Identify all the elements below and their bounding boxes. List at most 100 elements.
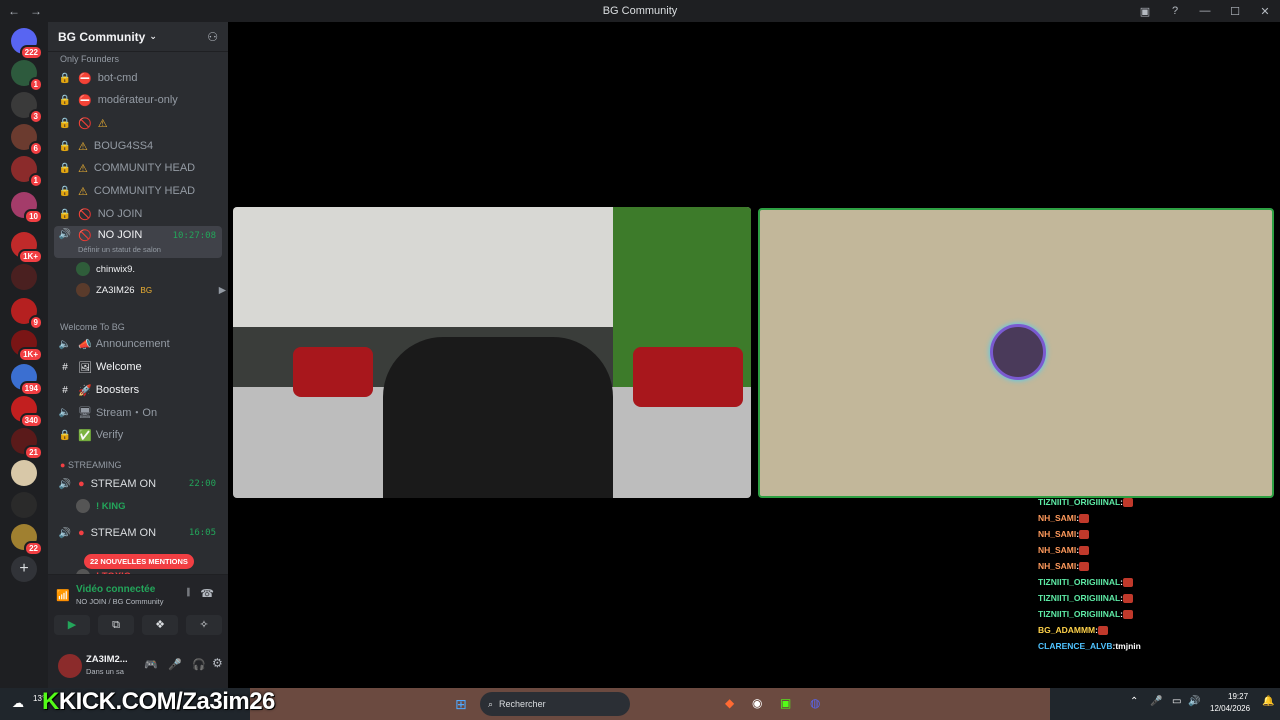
speaker-icon: 🔊 xyxy=(58,478,72,490)
channel-name: modérateur-only xyxy=(97,94,178,106)
picture-icon: 🖼 xyxy=(78,361,92,374)
server-icon[interactable]: 9 xyxy=(11,298,43,330)
channel-name: bot-cmd xyxy=(97,72,138,84)
avatar xyxy=(76,499,90,513)
voice-user[interactable]: chinwix9. xyxy=(76,259,135,279)
channel-item[interactable]: 🔒 ✅ Verify xyxy=(54,425,222,445)
microphone-icon[interactable]: 🎤 xyxy=(1150,696,1162,707)
voice-channel-active[interactable]: 🔊 🚫 NO JOIN 10:27:08 Définir un statut d… xyxy=(54,226,222,258)
channel-item[interactable]: 🔈 🖥 Stream・On xyxy=(54,402,222,422)
emote-icon xyxy=(1123,497,1134,507)
voice-location[interactable]: NO JOIN / BG Community xyxy=(76,597,164,606)
server-icon[interactable]: 1K+ xyxy=(11,232,43,264)
chevron-up-icon[interactable]: ⌃ xyxy=(1130,696,1138,707)
microphone-icon[interactable]: 🎤 xyxy=(168,658,182,671)
channel-item[interactable]: 🔒 ⚠ BOUG4SS4 xyxy=(54,136,222,156)
soundboard-button[interactable]: ✧ xyxy=(186,615,222,635)
signal-icon[interactable]: 📶 xyxy=(56,589,70,602)
category-founders[interactable]: Only Founders xyxy=(60,54,119,64)
prohibited-icon: 🚫 xyxy=(78,117,92,130)
voice-user[interactable]: ! KING xyxy=(76,496,126,516)
camera-button[interactable]: ▶ xyxy=(54,615,90,635)
disconnect-icon[interactable]: ☎ xyxy=(200,587,214,600)
participant-tile[interactable] xyxy=(758,208,1274,498)
server-badge: 1 xyxy=(28,173,43,188)
megaphone-icon: 📣 xyxy=(78,338,92,351)
add-member-icon[interactable]: ⚇ xyxy=(207,30,218,44)
channel-item[interactable]: # 🚀 Boosters xyxy=(54,380,222,400)
discord-icon[interactable]: ◍ xyxy=(810,696,820,710)
help-icon[interactable]: ? xyxy=(1160,5,1190,17)
user-name[interactable]: ZA3IM2... xyxy=(86,654,128,665)
add-server-icon[interactable]: + xyxy=(11,556,37,582)
server-icon[interactable]: 1 xyxy=(11,60,43,92)
obs-icon[interactable]: ◉ xyxy=(752,696,762,710)
category-streaming[interactable]: ● STREAMING xyxy=(60,460,121,470)
screen-icon[interactable]: ▣ xyxy=(1130,5,1160,18)
channel-item[interactable]: 🔈 📣 Announcement xyxy=(54,334,222,354)
category-label: STREAMING xyxy=(67,460,122,470)
server-icon[interactable] xyxy=(11,264,37,290)
category-welcome[interactable]: Welcome To BG xyxy=(60,322,125,332)
server-icon[interactable]: 340 xyxy=(11,396,43,428)
chat-text: tmjnin xyxy=(1115,641,1141,651)
stream-video[interactable] xyxy=(233,207,751,498)
chat-username: BG_ADAMMM xyxy=(1038,625,1096,635)
guild-header[interactable]: BG Community ⌄ ⚇ xyxy=(48,22,228,52)
new-mentions-banner[interactable]: 22 NOUVELLES MENTIONS xyxy=(84,554,194,569)
search-box[interactable]: ⌕ Rechercher xyxy=(480,692,630,716)
minimize-button[interactable]: — xyxy=(1190,5,1220,17)
app-icon[interactable]: ▣ xyxy=(780,696,791,710)
server-icon[interactable] xyxy=(11,492,37,518)
channel-item[interactable]: 🔒 ⚠ COMMUNITY HEAD xyxy=(54,181,222,201)
screen-share-button[interactable]: ⧉ xyxy=(98,615,134,635)
server-icon[interactable]: 22 xyxy=(11,524,43,556)
channel-item[interactable]: 🔒 ⛔ modérateur-only xyxy=(54,90,222,110)
server-icon[interactable] xyxy=(11,460,37,486)
server-icon[interactable]: 1K+ xyxy=(11,330,43,362)
emote-icon xyxy=(1079,545,1090,555)
gear-icon[interactable]: ⚙ xyxy=(212,656,223,670)
controller-icon[interactable]: 🎮 xyxy=(144,658,158,671)
chat-username: TIZNIITI_ORIGIIINAL xyxy=(1038,593,1121,603)
voice-channel[interactable]: 🔊 ● STREAM ON 16:05 xyxy=(54,523,222,543)
video-icon: ▶ xyxy=(67,619,77,631)
chat-message: NH_SAMI : xyxy=(1038,542,1278,558)
home-button[interactable]: 222 xyxy=(11,28,43,60)
clock-time[interactable]: 19:27 xyxy=(1228,692,1248,701)
channel-item[interactable]: 🔒 ⚠ COMMUNITY HEAD xyxy=(54,158,222,178)
clock-date[interactable]: 12/04/2026 xyxy=(1210,704,1250,713)
windows-start-icon[interactable]: ⊞ xyxy=(455,696,467,713)
headphones-icon[interactable]: 🎧 xyxy=(192,658,206,671)
brave-icon[interactable]: ◆ xyxy=(725,696,734,710)
server-icon[interactable]: 3 xyxy=(11,92,43,124)
activities-button[interactable]: ❖ xyxy=(142,615,178,635)
server-icon[interactable]: 194 xyxy=(11,364,43,396)
hash-icon: # xyxy=(62,384,68,396)
server-badge: 6 xyxy=(28,141,43,156)
maximize-button[interactable]: ☐ xyxy=(1220,5,1250,18)
server-list: 222 1 3 6 1 10 1K+ 9 1K+ 194 340 21 22 + xyxy=(0,22,48,688)
camera-icon: ▶ xyxy=(218,284,226,296)
channel-item[interactable]: 🔒 ⛔ bot-cmd xyxy=(54,68,222,88)
noise-suppression-icon[interactable]: 𝄃 xyxy=(188,587,190,600)
notification-icon[interactable]: 🔔 xyxy=(1262,696,1274,707)
server-icon[interactable]: 1 xyxy=(11,156,43,188)
network-icon[interactable]: ▭ xyxy=(1172,696,1181,707)
channel-item[interactable]: 🔒 🚫 ⚠ xyxy=(54,113,222,133)
red-chair xyxy=(633,347,743,407)
avatar[interactable] xyxy=(58,654,82,678)
close-button[interactable]: ✕ xyxy=(1250,5,1280,18)
voice-user[interactable]: ZA3IM26 BG ▶ xyxy=(76,280,226,300)
channel-status[interactable]: Définir un statut de salon xyxy=(78,245,161,254)
chat-username: NH_SAMI xyxy=(1038,561,1077,571)
voice-channel[interactable]: 🔊 ● STREAM ON 22:00 xyxy=(54,474,222,494)
weather-icon[interactable]: ☁ xyxy=(12,696,24,710)
avatar xyxy=(76,262,90,276)
volume-icon[interactable]: 🔊 xyxy=(1188,696,1200,707)
server-icon[interactable]: 10 xyxy=(11,192,43,224)
channel-item[interactable]: 🔒 🚫 NO JOIN xyxy=(54,204,222,224)
server-icon[interactable]: 6 xyxy=(11,124,43,156)
channel-item[interactable]: # 🖼 Welcome xyxy=(54,357,222,377)
server-icon[interactable]: 21 xyxy=(11,428,43,460)
